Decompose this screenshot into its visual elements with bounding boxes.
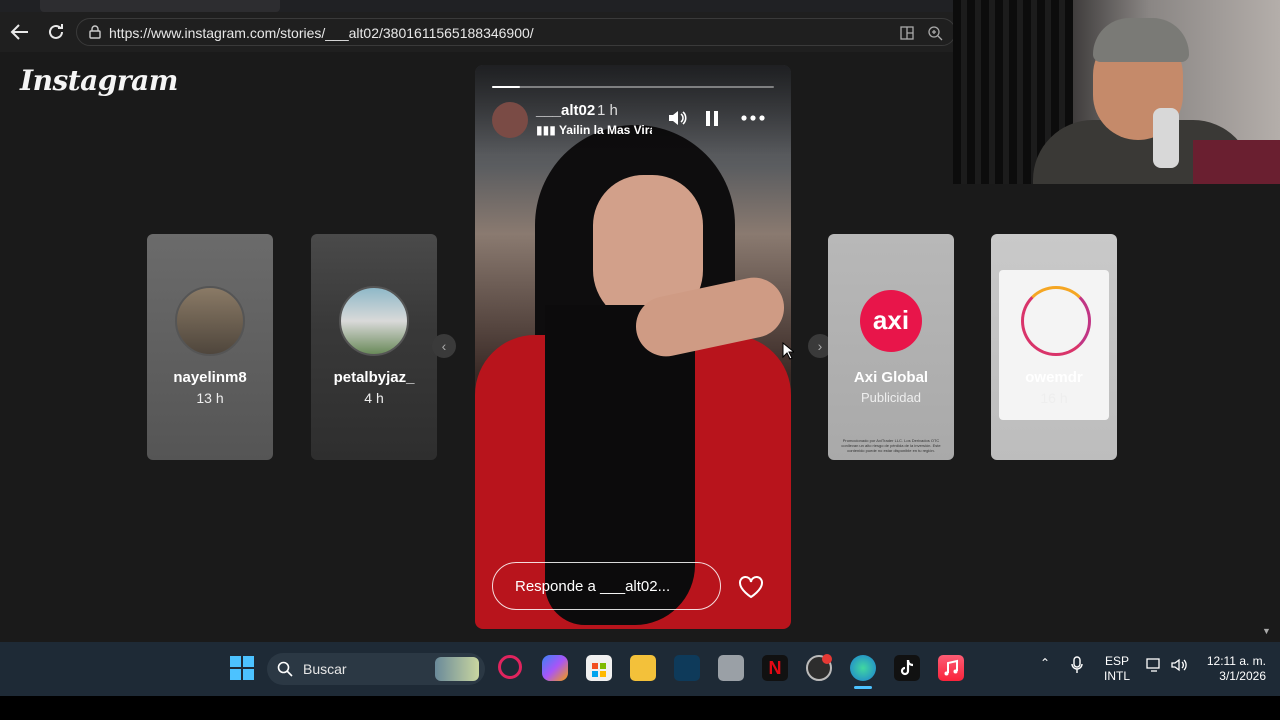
copilot-icon[interactable] xyxy=(542,655,568,681)
avatar xyxy=(1021,286,1091,356)
card-username: owemdr xyxy=(1025,369,1083,386)
zoom-icon[interactable] xyxy=(927,25,943,41)
file-explorer-icon[interactable] xyxy=(630,655,656,681)
browser-tab[interactable] xyxy=(40,0,280,12)
reply-input[interactable]: Responde a ___alt02... xyxy=(492,562,721,610)
search-highlight-icon xyxy=(435,657,479,681)
windows-start-icon[interactable] xyxy=(229,655,255,681)
card-sponsored-label: Publicidad xyxy=(861,390,921,405)
app-icon[interactable] xyxy=(718,655,744,681)
active-story[interactable]: ___alt02 1 h ▮▮▮ Yailin la Mas Viral Res… xyxy=(475,65,791,629)
story-progress-bar xyxy=(492,86,774,88)
opera-icon[interactable] xyxy=(498,655,522,679)
lock-icon xyxy=(87,24,103,40)
keyboard-layout: INTL xyxy=(1103,669,1130,683)
scroll-down-arrow-icon[interactable]: ▼ xyxy=(1262,626,1271,636)
address-bar[interactable]: https://www.instagram.com/stories/___alt… xyxy=(76,18,956,46)
chevron-right-icon: › xyxy=(817,338,823,354)
story-card-petalbyjaz[interactable]: petalbyjaz_ 4 h xyxy=(311,234,437,460)
card-username: nayelinm8 xyxy=(173,369,247,386)
story-time: 1 h xyxy=(597,102,618,119)
language-indicator[interactable]: ESP INTL xyxy=(1102,654,1132,684)
pause-icon[interactable] xyxy=(701,107,723,129)
reload-icon[interactable] xyxy=(44,20,68,44)
screen-bottom-border xyxy=(0,696,1280,720)
chevron-left-icon: ‹ xyxy=(441,338,447,354)
edge-icon[interactable] xyxy=(850,655,876,681)
reply-placeholder: Responde a ___alt02... xyxy=(515,578,671,595)
story-progress-fill xyxy=(492,86,521,88)
disney-plus-icon[interactable] xyxy=(674,655,700,681)
card-time: 13 h xyxy=(196,390,224,406)
story-music-title: Yailin la Mas Viral xyxy=(558,123,652,137)
previous-story-button[interactable]: ‹ xyxy=(432,334,456,358)
story-music-label[interactable]: ▮▮▮ Yailin la Mas Viral xyxy=(536,123,652,137)
card-time: 16 h xyxy=(1040,390,1068,406)
netflix-icon[interactable]: N xyxy=(762,655,788,681)
search-label: Buscar xyxy=(303,661,347,677)
taskbar-search[interactable]: Buscar xyxy=(267,653,485,685)
recording-badge xyxy=(822,654,832,664)
card-username: petalbyjaz_ xyxy=(333,369,415,386)
chevron-up-icon[interactable]: ⌃ xyxy=(1040,656,1050,671)
search-icon xyxy=(277,661,293,682)
story-card-axi-global[interactable]: axi Axi Global Publicidad Promocionado p… xyxy=(828,234,954,460)
clock-date: 3/1/2026 xyxy=(1219,669,1266,683)
active-app-indicator xyxy=(854,686,872,689)
mouse-cursor-icon xyxy=(782,341,796,360)
windows-taskbar: Buscar N ⌃ ESP INTL 12:11 a. m. 3/1/2026 xyxy=(0,642,1280,696)
story-card-owemdr[interactable]: owemdr 16 h xyxy=(991,234,1117,460)
card-username: Axi Global xyxy=(853,369,929,386)
heart-icon[interactable] xyxy=(737,574,765,600)
apple-music-icon[interactable] xyxy=(938,655,964,681)
webcam-person-cap xyxy=(1093,18,1189,62)
clock-time: 12:11 a. m. xyxy=(1206,654,1266,668)
microsoft-store-icon[interactable] xyxy=(586,655,612,681)
webcam-background-bed xyxy=(1193,140,1280,184)
story-avatar[interactable] xyxy=(492,102,528,138)
language-code: ESP xyxy=(1104,654,1129,668)
story-card-nayelinm8[interactable]: nayelinm8 13 h xyxy=(147,234,273,460)
split-screen-icon[interactable] xyxy=(899,25,915,41)
ad-disclaimer: Promocionado por AxiTrader LLC. Los Deri… xyxy=(841,438,941,453)
webcam-overlay xyxy=(953,0,1280,184)
system-clock[interactable]: 12:11 a. m. 3/1/2026 xyxy=(1196,654,1266,684)
volume-tray-icon[interactable] xyxy=(1170,657,1188,677)
webcam-microphone xyxy=(1153,108,1179,168)
avatar xyxy=(175,286,245,356)
volume-icon[interactable] xyxy=(666,107,688,129)
url-text: https://www.instagram.com/stories/___alt… xyxy=(109,25,534,41)
instagram-logo[interactable]: Instagram xyxy=(20,64,178,97)
story-username[interactable]: ___alt02 xyxy=(536,102,595,119)
more-options-icon[interactable] xyxy=(740,107,766,129)
network-icon[interactable] xyxy=(1146,657,1162,677)
card-time: 4 h xyxy=(364,390,384,406)
back-arrow-icon[interactable] xyxy=(8,20,32,44)
avatar xyxy=(339,286,409,356)
axi-logo: axi xyxy=(860,290,922,352)
tiktok-icon[interactable] xyxy=(894,655,920,681)
microphone-icon[interactable] xyxy=(1070,656,1084,678)
